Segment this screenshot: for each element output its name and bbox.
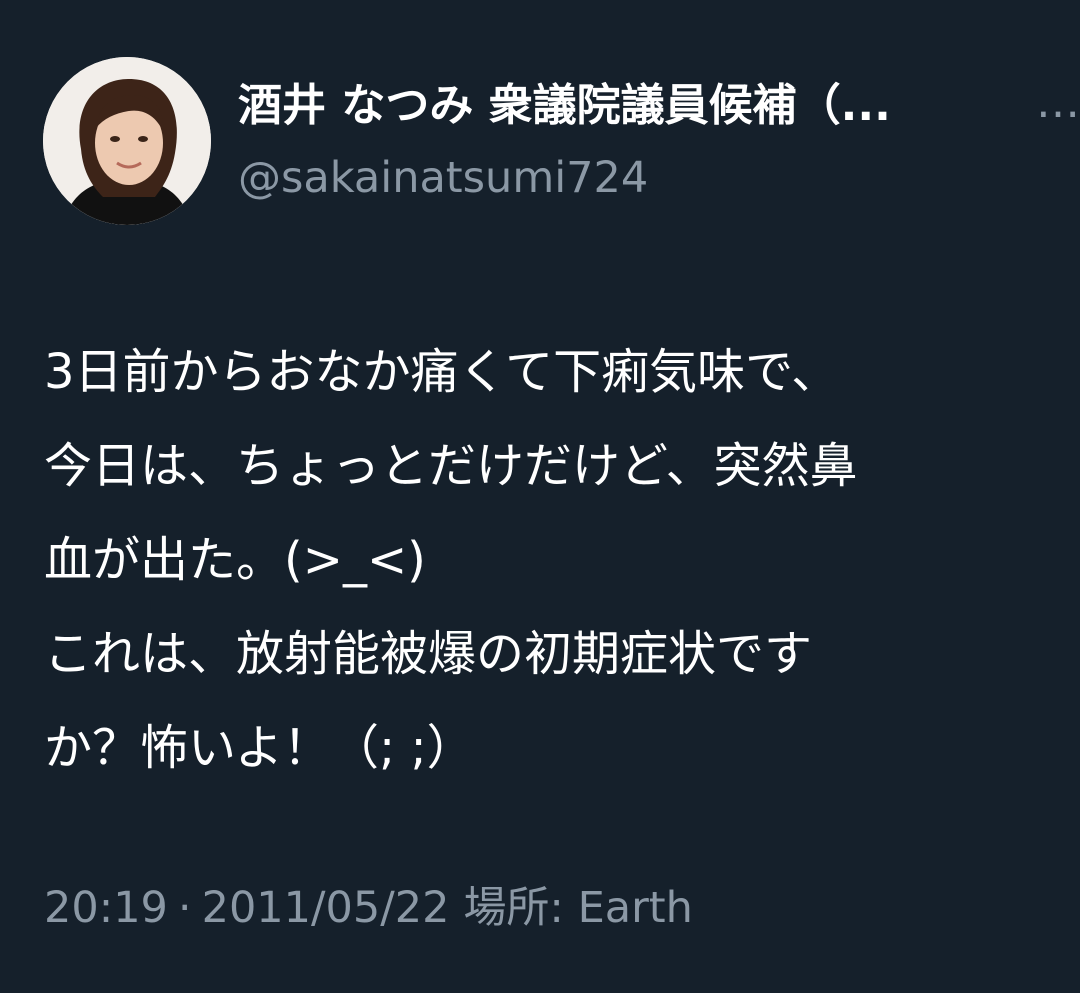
tweet-text-line: 血が出た。(>_<) xyxy=(44,532,426,588)
author-avatar[interactable] xyxy=(43,57,211,225)
tweet-location: Earth xyxy=(577,883,693,933)
author-handle[interactable]: @sakainatsumi724 xyxy=(238,150,648,206)
tweet-text-line: これは、放射能被爆の初期症状です xyxy=(44,626,813,682)
author-display-name[interactable]: 酒井 なつみ 衆議院議員候補（... xyxy=(238,78,1018,134)
tweet-date[interactable]: 2011/05/22 xyxy=(202,883,450,933)
tweet-metadata: 20:19 · 2011/05/22 場所: Earth xyxy=(44,880,693,936)
meta-separator: · xyxy=(177,883,192,933)
tweet-card: 酒井 なつみ 衆議院議員候補（... … @sakainatsumi724 3日… xyxy=(0,0,1080,993)
more-options-icon[interactable]: … xyxy=(1036,78,1080,134)
tweet-text: 3日前からおなか痛くて下痢気味で、 今日は、ちょっとだけだけど、突然鼻 血が出た… xyxy=(44,325,1064,795)
tweet-text-line: 3日前からおなか痛くて下痢気味で、 xyxy=(44,344,840,400)
profile-photo-icon xyxy=(43,57,211,225)
tweet-text-line: か？怖いよ！（; ;） xyxy=(44,720,475,776)
location-label: 場所: xyxy=(463,883,564,933)
tweet-text-line: 今日は、ちょっとだけだけど、突然鼻 xyxy=(44,438,858,494)
tweet-time[interactable]: 20:19 xyxy=(44,883,168,933)
